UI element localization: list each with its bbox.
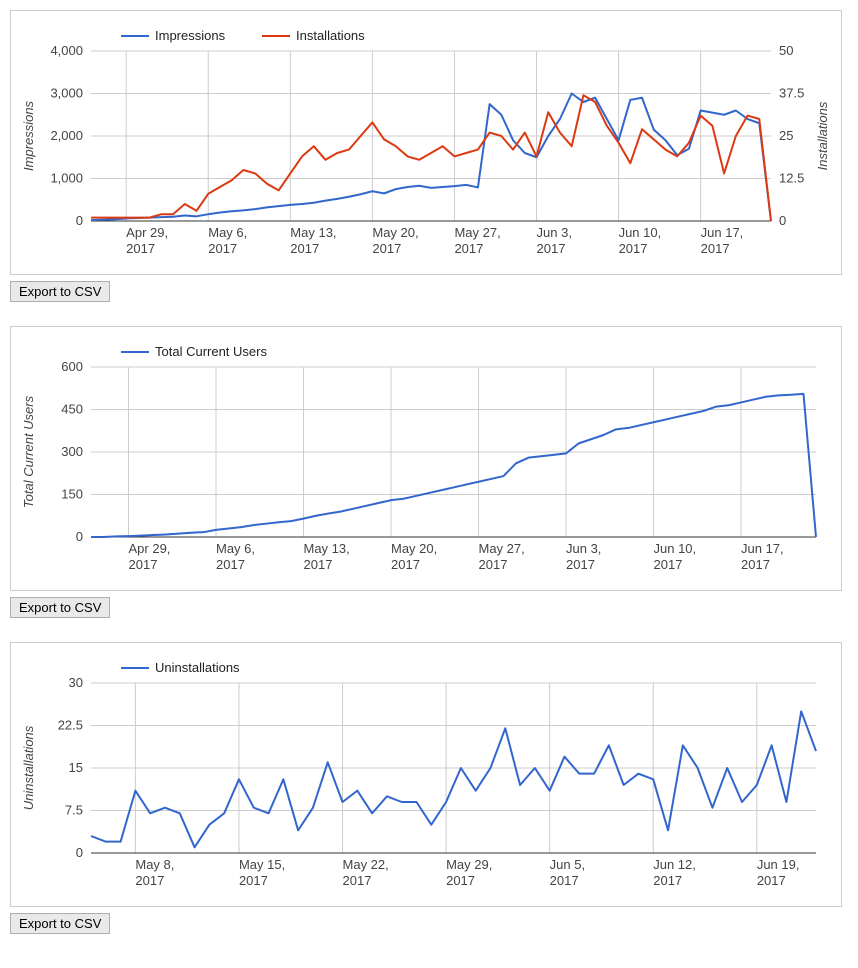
svg-text:Apr 29,: Apr 29, — [126, 225, 168, 240]
export-csv-button-3[interactable]: Export to CSV — [10, 913, 110, 934]
svg-text:3,000: 3,000 — [50, 86, 83, 101]
svg-text:2017: 2017 — [135, 873, 164, 888]
svg-text:600: 600 — [61, 359, 83, 374]
svg-text:2017: 2017 — [304, 557, 333, 572]
svg-text:15: 15 — [69, 760, 83, 775]
svg-text:2017: 2017 — [653, 873, 682, 888]
svg-text:150: 150 — [61, 487, 83, 502]
svg-text:May 15,: May 15, — [239, 857, 285, 872]
svg-text:May 13,: May 13, — [290, 225, 336, 240]
svg-text:May 6,: May 6, — [216, 541, 255, 556]
svg-text:2017: 2017 — [343, 873, 372, 888]
svg-text:Uninstallations: Uninstallations — [21, 725, 36, 810]
svg-text:Jun 10,: Jun 10, — [654, 541, 697, 556]
svg-text:May 29,: May 29, — [446, 857, 492, 872]
svg-text:2017: 2017 — [741, 557, 770, 572]
svg-text:37.5: 37.5 — [779, 86, 804, 101]
svg-text:May 20,: May 20, — [391, 541, 437, 556]
svg-text:Uninstallations: Uninstallations — [155, 660, 240, 675]
svg-text:22.5: 22.5 — [58, 718, 83, 733]
chart-total-current-users: Total Current Users0150300450600Apr 29,2… — [10, 326, 842, 591]
svg-text:30: 30 — [69, 675, 83, 690]
svg-text:2017: 2017 — [454, 241, 483, 256]
svg-text:May 27,: May 27, — [479, 541, 525, 556]
svg-text:Jun 12,: Jun 12, — [653, 857, 696, 872]
svg-text:1,000: 1,000 — [50, 171, 83, 186]
svg-text:Jun 17,: Jun 17, — [741, 541, 784, 556]
svg-text:2017: 2017 — [757, 873, 786, 888]
svg-text:2017: 2017 — [372, 241, 401, 256]
svg-text:Jun 3,: Jun 3, — [566, 541, 601, 556]
svg-text:4,000: 4,000 — [50, 43, 83, 58]
svg-text:2017: 2017 — [701, 241, 730, 256]
svg-text:2017: 2017 — [619, 241, 648, 256]
svg-text:Total Current Users: Total Current Users — [21, 395, 36, 508]
svg-text:2017: 2017 — [391, 557, 420, 572]
svg-text:Installations: Installations — [815, 101, 830, 170]
svg-text:2017: 2017 — [446, 873, 475, 888]
svg-text:2017: 2017 — [654, 557, 683, 572]
svg-text:May 8,: May 8, — [135, 857, 174, 872]
svg-text:0: 0 — [76, 213, 83, 228]
svg-text:May 13,: May 13, — [304, 541, 350, 556]
svg-text:2017: 2017 — [290, 241, 319, 256]
svg-text:7.5: 7.5 — [65, 803, 83, 818]
svg-text:450: 450 — [61, 402, 83, 417]
svg-text:2017: 2017 — [239, 873, 268, 888]
chart-impressions-installations: Impressions Installations 0 1,000 2,000 3,000… — [10, 10, 842, 275]
svg-text:May 6,: May 6, — [208, 225, 247, 240]
svg-text:50: 50 — [779, 43, 793, 58]
svg-text:0: 0 — [76, 845, 83, 860]
svg-text:May 27,: May 27, — [454, 225, 500, 240]
svg-text:Jun 3,: Jun 3, — [537, 225, 572, 240]
svg-text:Installations: Installations — [296, 28, 365, 43]
svg-text:Total Current Users: Total Current Users — [155, 344, 267, 359]
chart-uninstallations: Uninstallations07.51522.530May 8,2017May… — [10, 642, 842, 907]
svg-text:2017: 2017 — [479, 557, 508, 572]
svg-text:Impressions: Impressions — [155, 28, 226, 43]
export-csv-button-2[interactable]: Export to CSV — [10, 597, 110, 618]
svg-text:Jun 17,: Jun 17, — [701, 225, 744, 240]
svg-text:May 20,: May 20, — [372, 225, 418, 240]
svg-text:Jun 10,: Jun 10, — [619, 225, 662, 240]
svg-text:2017: 2017 — [216, 557, 245, 572]
svg-text:Impressions: Impressions — [21, 100, 36, 171]
svg-text:2017: 2017 — [537, 241, 566, 256]
export-csv-button-1[interactable]: Export to CSV — [10, 281, 110, 302]
svg-text:2017: 2017 — [126, 241, 155, 256]
svg-text:Jun 5,: Jun 5, — [550, 857, 585, 872]
svg-text:Jun 19,: Jun 19, — [757, 857, 800, 872]
svg-text:Apr 29,: Apr 29, — [129, 541, 171, 556]
svg-text:2017: 2017 — [550, 873, 579, 888]
svg-text:0: 0 — [76, 529, 83, 544]
svg-text:2017: 2017 — [566, 557, 595, 572]
svg-text:2017: 2017 — [129, 557, 158, 572]
svg-text:12.5: 12.5 — [779, 171, 804, 186]
svg-text:May 22,: May 22, — [343, 857, 389, 872]
svg-text:0: 0 — [779, 213, 786, 228]
svg-text:300: 300 — [61, 444, 83, 459]
svg-text:25: 25 — [779, 128, 793, 143]
svg-text:2,000: 2,000 — [50, 128, 83, 143]
svg-text:2017: 2017 — [208, 241, 237, 256]
